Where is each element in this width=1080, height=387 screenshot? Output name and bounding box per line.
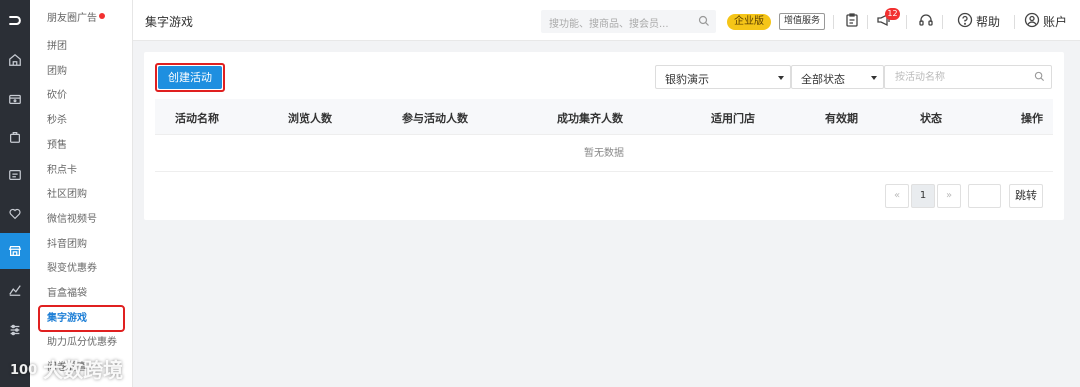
submenu-item-presale[interactable]: 预售 — [47, 139, 67, 153]
column-header: 浏览人数 — [288, 112, 332, 125]
next-page-button[interactable]: » — [937, 184, 961, 208]
submenu-item-douyin-group[interactable]: 抖音团购 — [47, 238, 87, 252]
divider — [1014, 15, 1015, 29]
account-link[interactable]: 账户 — [1043, 13, 1067, 30]
column-header: 参与活动人数 — [402, 112, 468, 125]
chart-icon[interactable] — [0, 272, 30, 308]
table-header: 活动名称 浏览人数 参与活动人数 成功集齐人数 适用门店 有效期 状态 操作 — [155, 99, 1053, 135]
submenu-item-wechat-channels[interactable]: 微信视频号 — [47, 213, 97, 227]
enterprise-badge[interactable]: 企业版 — [727, 14, 771, 30]
vas-button[interactable]: 增值服务 — [779, 13, 825, 30]
divider — [833, 15, 834, 29]
submenu-item-points-card[interactable]: 积点卡 — [47, 164, 77, 178]
highlight-box — [155, 63, 225, 92]
help-link[interactable]: 帮助 — [976, 13, 1000, 30]
notification-count: 12 — [885, 8, 900, 20]
page-jump-input[interactable] — [968, 184, 1001, 208]
prev-page-button[interactable]: « — [885, 184, 909, 208]
page-jump-button[interactable]: 跳转 — [1009, 184, 1043, 208]
search-icon[interactable] — [1034, 71, 1045, 82]
store-select[interactable]: 银豹演示 — [655, 65, 791, 89]
column-header: 有效期 — [825, 112, 858, 125]
search-icon[interactable] — [698, 15, 710, 27]
submenu-item-team-purchase[interactable]: 团购 — [47, 65, 67, 79]
page-number[interactable]: 1 — [911, 184, 935, 208]
bag-icon[interactable] — [0, 119, 30, 155]
empty-state: 暂无数据 — [155, 136, 1053, 172]
icon-rail: ⊃ — [0, 0, 30, 387]
submenu-item-group-buy[interactable]: 拼团 — [47, 40, 67, 54]
sliders-icon[interactable] — [0, 312, 30, 348]
page-title: 集字游戏 — [145, 15, 194, 29]
status-select-value: 全部状态 — [801, 73, 845, 86]
divider — [867, 15, 868, 29]
submenu-item-assist-coupon[interactable]: 助力瓜分优惠券 — [47, 336, 117, 350]
column-header: 适用门店 — [711, 112, 755, 125]
global-search-placeholder: 搜功能、搜商品、搜会员... — [549, 19, 669, 30]
submenu-item-moments-ads[interactable]: 朋友圈广告 — [47, 12, 105, 26]
wallet-icon[interactable] — [0, 81, 30, 117]
headset-icon[interactable] — [918, 12, 934, 28]
submenu-item-blind-box[interactable]: 盲盒福袋 — [47, 287, 87, 301]
top-bar: 集字游戏 搜功能、搜商品、搜会员... 企业版 增值服务 12 帮助 账户 — [133, 0, 1080, 41]
activity-list-card: 创建活动 银豹演示 全部状态 活动名称 浏览人数 参与活动人数 成功集齐人数 适… — [144, 52, 1064, 220]
watermark-text: 大数跨境 — [43, 358, 124, 382]
user-icon[interactable] — [1024, 12, 1040, 28]
watermark: 100 大数跨境 — [10, 354, 123, 383]
column-header: 操作 — [1021, 112, 1043, 125]
status-select[interactable]: 全部状态 — [791, 65, 884, 89]
store-icon[interactable] — [0, 233, 30, 269]
highlight-box — [38, 305, 125, 332]
divider — [906, 15, 907, 29]
clipboard-icon[interactable] — [844, 12, 860, 28]
store-select-value: 银豹演示 — [665, 73, 709, 86]
submenu-item-fission-coupon[interactable]: 裂变优惠券 — [47, 262, 97, 276]
divider — [942, 15, 943, 29]
app-logo[interactable]: ⊃ — [0, 0, 30, 40]
watermark-logo: 100 — [10, 363, 38, 378]
card-icon[interactable] — [0, 157, 30, 193]
column-header: 状态 — [920, 112, 942, 125]
column-header: 活动名称 — [175, 112, 219, 125]
heart-icon[interactable] — [0, 196, 30, 232]
column-header: 成功集齐人数 — [557, 112, 623, 125]
activity-name-search[interactable] — [884, 65, 1052, 89]
new-dot-icon — [99, 13, 105, 19]
submenu-item-flash-sale[interactable]: 秒杀 — [47, 114, 67, 128]
submenu-item-community-group[interactable]: 社区团购 — [47, 188, 87, 202]
marketing-submenu: 朋友圈广告 拼团 团购 砍价 秒杀 预售 积点卡 社区团购 微信视频号 抖音团购… — [30, 0, 133, 387]
caret-down-icon — [778, 76, 784, 80]
global-search[interactable]: 搜功能、搜商品、搜会员... — [541, 10, 716, 33]
caret-down-icon — [871, 76, 877, 80]
submenu-item-bargain[interactable]: 砍价 — [47, 89, 67, 103]
home-icon[interactable] — [0, 42, 30, 78]
help-icon[interactable] — [957, 12, 973, 28]
